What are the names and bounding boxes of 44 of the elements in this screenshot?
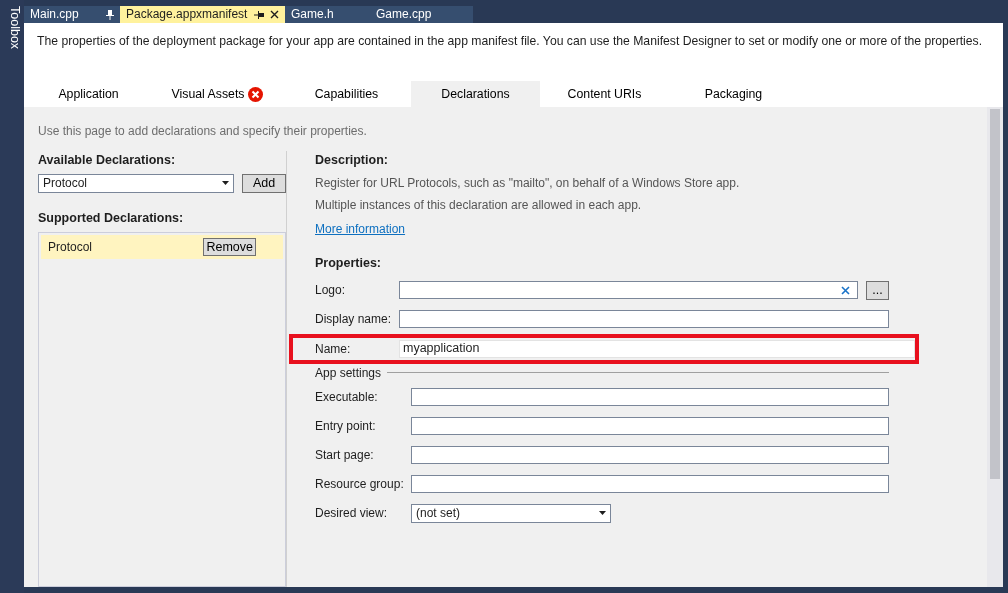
section-label: Supported Declarations:: [38, 209, 185, 227]
add-button[interactable]: Add: [242, 173, 286, 193]
dropdown-arrow-icon: [222, 181, 229, 186]
more-information-link[interactable]: More information: [315, 221, 406, 236]
document-tab[interactable]: Game.h: [285, 6, 370, 23]
field-label: Display name:: [315, 312, 392, 326]
document-tab[interactable]: Package.appxmanifest: [120, 6, 285, 23]
pin-icon[interactable]: [106, 9, 114, 20]
description-text: Register for URL Protocols, such as "mailto", on behalf of a Windows Store app.: [315, 175, 740, 190]
desired-view-select[interactable]: (not set): [411, 503, 611, 523]
section-label: Description:: [315, 152, 389, 169]
intro-text: The properties of the deployment package for your app are contained in the app manifest file. You can use the Manifest Designer to set or modify one or more of the properties.: [37, 34, 983, 48]
clear-icon[interactable]: [841, 285, 850, 295]
field-label: Start page:: [315, 448, 374, 462]
field-label: Entry point:: [315, 419, 376, 433]
text-field[interactable]: [411, 388, 889, 406]
document-tab[interactable]: Main.cpp: [24, 6, 120, 23]
declaration-select[interactable]: Protocol: [38, 173, 234, 193]
field-label: Resource group:: [315, 477, 404, 491]
scrollbar[interactable]: [987, 107, 1003, 587]
scroll-thumb[interactable]: [990, 109, 1000, 479]
close-icon[interactable]: [270, 10, 279, 19]
page-hint: Use this page to add declarations and specify their properties.: [38, 124, 367, 138]
text-field[interactable]: [411, 475, 889, 493]
section-label: Properties:: [315, 254, 382, 272]
remove-button[interactable]: Remove: [203, 237, 256, 256]
text-field[interactable]: [399, 281, 858, 299]
field-label: Name:: [315, 341, 351, 356]
field-label: Logo:: [315, 283, 346, 297]
text-field[interactable]: myapplication: [399, 339, 915, 358]
text-field[interactable]: [411, 417, 889, 435]
text-field[interactable]: [399, 310, 889, 328]
field-label: Executable:: [315, 390, 378, 404]
manifest-tab[interactable]: Declarations: [411, 81, 540, 107]
text-field[interactable]: [411, 446, 889, 464]
description-text: Multiple instances of this declaration are allowed in each app.: [315, 197, 642, 212]
declaration-item[interactable]: Protocol Remove: [41, 234, 283, 259]
dropdown-arrow-icon: [599, 511, 606, 515]
section-label: Available Declarations:: [38, 152, 177, 169]
document-tab[interactable]: Game.cpp: [370, 6, 473, 23]
pin-icon[interactable]: [254, 10, 264, 19]
browse-button[interactable]: ...: [866, 280, 889, 300]
field-label: Desired view:: [315, 506, 388, 520]
group-label: App settings: [315, 364, 382, 382]
